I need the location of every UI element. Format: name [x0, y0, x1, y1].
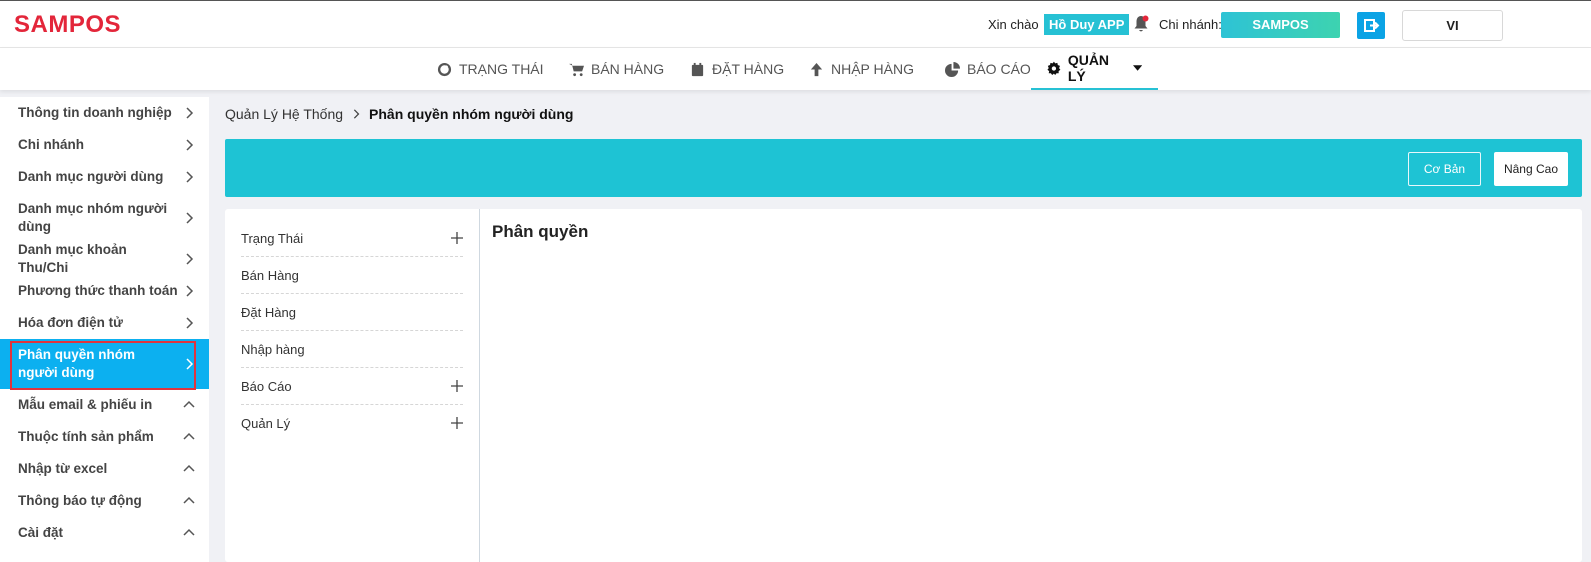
chevron-right-icon [186, 253, 194, 265]
sidebar-item-label: Danh mục khoản Thu/Chi [18, 242, 127, 275]
logout-button[interactable] [1357, 12, 1385, 39]
nav-tab-status[interactable]: TRẠNG THÁI [437, 48, 544, 90]
sidebar-item-email-templates[interactable]: Mẫu email & phiếu in [0, 389, 209, 421]
chevron-up-icon [183, 432, 195, 440]
chevron-right-icon [186, 317, 194, 329]
sidebar-item-label: Chi nhánh [18, 137, 84, 152]
language-selector[interactable]: VI [1402, 10, 1503, 41]
chevron-right-icon [186, 212, 194, 224]
sidebar-item-auto-notifications[interactable]: Thông báo tự động [0, 485, 209, 517]
sidebar-item-label: Thuộc tính sản phẩm [18, 429, 154, 444]
chevron-right-icon [186, 171, 194, 183]
branch-label: Chi nhánh: [1159, 17, 1222, 32]
main-navigation: TRẠNG THÁI BÁN HÀNG ĐẶT HÀNG NHẬP HÀNG B… [0, 48, 1591, 90]
chevron-up-icon [183, 496, 195, 504]
module-item-reports[interactable]: Báo Cáo [241, 368, 463, 405]
sidebar-item-income-expense[interactable]: Danh mục khoản Thu/Chi [0, 242, 209, 275]
module-item-sales[interactable]: Bán Hàng [241, 257, 463, 294]
chevron-right-icon [186, 285, 194, 297]
arrow-up-icon [810, 62, 823, 76]
user-name-badge[interactable]: Hồ Duy APP [1044, 14, 1130, 35]
sidebar-item-label: Hóa đơn điện tử [18, 315, 123, 330]
module-label: Trạng Thái [241, 231, 304, 246]
sidebar-item-label: Phương thức thanh toán [18, 283, 178, 298]
bell-icon[interactable] [1133, 15, 1149, 33]
nav-tab-label: BÁO CÁO [967, 61, 1031, 77]
settings-sidebar: Thông tin doanh nghiệp Chi nhánh Danh mụ… [0, 97, 209, 562]
sidebar-item-product-attributes[interactable]: Thuộc tính sản phẩm [0, 421, 209, 453]
chevron-right-icon [186, 139, 194, 151]
sidebar-item-e-invoice[interactable]: Hóa đơn điện tử [0, 307, 209, 339]
cart-icon [569, 63, 584, 76]
chevron-up-icon [183, 400, 195, 408]
sidebar-item-label: Cài đặt [18, 525, 64, 540]
basic-mode-button[interactable]: Cơ Bản [1408, 152, 1481, 186]
sidebar-item-label: Mẫu email & phiếu in [18, 397, 153, 412]
sidebar-item-label: Danh mục người dùng [18, 169, 164, 184]
module-item-management[interactable]: Quản Lý [241, 405, 463, 442]
selection-highlight-box [10, 341, 196, 390]
nav-tab-label: TRẠNG THÁI [459, 61, 544, 77]
module-label: Nhập hàng [241, 342, 305, 357]
module-item-status[interactable]: Trạng Thái [241, 220, 463, 257]
module-item-imports[interactable]: Nhập hàng [241, 331, 463, 368]
chevron-up-icon [183, 464, 195, 472]
breadcrumb-parent[interactable]: Quản Lý Hệ Thống [225, 106, 343, 122]
module-label: Quản Lý [241, 416, 291, 431]
module-label: Đặt Hàng [241, 305, 296, 320]
nav-tab-reports[interactable]: BÁO CÁO [945, 48, 1031, 90]
greeting-text: Xin chào [988, 17, 1039, 32]
module-item-orders[interactable]: Đặt Hàng [241, 294, 463, 331]
sidebar-item-label: Nhập từ excel [18, 461, 108, 476]
logout-icon [1364, 19, 1380, 32]
sidebar-item-payment-methods[interactable]: Phương thức thanh toán [0, 275, 209, 307]
sidebar-item-import-excel[interactable]: Nhập từ excel [0, 453, 209, 485]
permissions-title: Phân quyền [492, 222, 589, 241]
branch-selector-button[interactable]: SAMPOS [1221, 12, 1340, 38]
sidebar-item-users[interactable]: Danh mục người dùng [0, 161, 209, 193]
advanced-mode-button[interactable]: Nâng Cao [1494, 152, 1568, 186]
mode-banner [225, 139, 1582, 197]
calendar-icon [691, 62, 704, 76]
brand-logo[interactable]: SAMPOS [14, 11, 121, 39]
sidebar-item-label: Danh mục nhóm người dùng [18, 201, 168, 234]
top-header: SAMPOS Xin chào Hồ Duy APP Chi nhánh: SA… [0, 0, 1591, 48]
module-label: Bán Hàng [241, 268, 299, 283]
panel-divider [479, 209, 480, 562]
plus-icon[interactable] [451, 380, 463, 392]
caret-down-icon [1132, 65, 1142, 71]
sidebar-item-business-info[interactable]: Thông tin doanh nghiệp [0, 97, 209, 129]
sidebar-item-label: Thông tin doanh nghiệp [18, 105, 172, 120]
sidebar-item-user-groups[interactable]: Danh mục nhóm người dùng [0, 193, 209, 243]
nav-tab-sales[interactable]: BÁN HÀNG [569, 48, 664, 90]
pie-chart-icon [945, 61, 960, 77]
sidebar-item-settings[interactable]: Cài đặt [0, 517, 209, 549]
plus-icon[interactable] [451, 232, 463, 244]
chevron-right-icon [186, 107, 194, 119]
nav-tab-label: ĐẶT HÀNG [712, 61, 785, 77]
gear-icon [1047, 61, 1061, 75]
nav-tab-label: QUẢN LÝ [1067, 52, 1110, 84]
plus-icon[interactable] [451, 417, 463, 429]
nav-tab-label: NHẬP HÀNG [831, 61, 914, 77]
sidebar-item-label: Thông báo tự động [18, 493, 142, 508]
sidebar-item-branches[interactable]: Chi nhánh [0, 129, 209, 161]
module-label: Báo Cáo [241, 379, 292, 394]
breadcrumb-current: Phân quyền nhóm người dùng [369, 106, 574, 122]
chevron-right-icon [353, 109, 360, 119]
module-list: Trạng Thái Bán Hàng Đặt Hàng Nhập hàng B… [241, 220, 463, 442]
dashboard-icon [437, 62, 452, 76]
nav-tab-management[interactable]: QUẢN LÝ [1031, 48, 1158, 90]
nav-tab-label: BÁN HÀNG [591, 61, 665, 77]
breadcrumb: Quản Lý Hệ Thống Phân quyền nhóm người d… [225, 106, 573, 122]
nav-tab-imports[interactable]: NHẬP HÀNG [809, 48, 914, 90]
chevron-up-icon [183, 528, 195, 536]
nav-tab-orders[interactable]: ĐẶT HÀNG [690, 48, 784, 90]
